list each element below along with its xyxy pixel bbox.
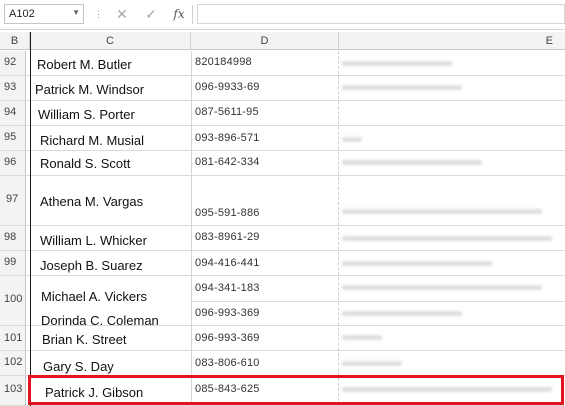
table-row[interactable]: 96 Ronald S. Scott 081-642-334 xyxy=(0,151,565,176)
phone-cell[interactable]: 087-5611-95 xyxy=(195,106,259,118)
redacted-cell[interactable] xyxy=(342,236,552,241)
row-number[interactable]: 96 xyxy=(0,151,26,175)
row-number[interactable]: 100 xyxy=(0,276,26,325)
row-number[interactable]: 99 xyxy=(0,251,26,275)
name-box-value: A102 xyxy=(9,8,35,20)
column-header-bar: B C D E xyxy=(0,32,565,50)
cell-divider xyxy=(191,301,565,302)
redacted-cell[interactable] xyxy=(342,137,362,142)
name-cell[interactable]: Brian K. Street xyxy=(42,332,127,347)
table-row[interactable]: 98 William L. Whicker 083-8961-29 xyxy=(0,226,565,251)
phone-cell[interactable]: 083-806-610 xyxy=(195,357,260,369)
column-border xyxy=(191,51,192,406)
column-border xyxy=(30,32,31,406)
insert-function-button[interactable]: fx xyxy=(169,4,189,24)
close-icon[interactable]: ✕ xyxy=(112,4,132,24)
grip-icon: ⋮ xyxy=(94,9,103,19)
phone-cell[interactable]: 096-9933-69 xyxy=(195,81,260,93)
table-row[interactable]: 101 Brian K. Street 096-993-369 xyxy=(0,326,565,351)
name-cell[interactable]: Ronald S. Scott xyxy=(40,156,130,171)
phone-cell[interactable]: 820184998 xyxy=(195,56,252,68)
name-cell[interactable]: Richard M. Musial xyxy=(40,133,144,148)
redacted-cell[interactable] xyxy=(342,311,462,316)
table-row[interactable]: 95 Richard M. Musial 093-896-571 xyxy=(0,126,565,151)
formula-input[interactable] xyxy=(197,4,565,24)
phone-cell[interactable]: 093-896-571 xyxy=(195,132,260,144)
chevron-down-icon[interactable]: ▼ xyxy=(72,8,80,17)
name-cell[interactable]: William S. Porter xyxy=(38,107,135,122)
column-header-c[interactable]: C xyxy=(30,32,191,50)
table-row[interactable]: 93 Patrick M. Windsor 096-9933-69 xyxy=(0,76,565,101)
name-cell[interactable]: Michael A. Vickers xyxy=(41,289,147,304)
phone-cell[interactable]: 081-642-334 xyxy=(195,156,260,168)
table-row[interactable]: 99 Joseph B. Suarez 094-416-441 xyxy=(0,251,565,276)
page-break-line xyxy=(338,51,339,406)
table-row[interactable]: 92 Robert M. Butler 820184998 xyxy=(0,51,565,76)
phone-cell[interactable]: 095-591-886 xyxy=(195,207,260,219)
table-row[interactable]: 94 William S. Porter 087-5611-95 xyxy=(0,101,565,126)
redacted-cell[interactable] xyxy=(342,285,542,290)
row-number[interactable]: 101 xyxy=(0,326,26,350)
name-box[interactable]: A102 ▼ xyxy=(4,4,84,24)
row-number[interactable]: 103 xyxy=(0,376,26,405)
row-number[interactable]: 94 xyxy=(0,101,26,125)
phone-cell[interactable]: 096-993-369 xyxy=(195,307,260,319)
row-number[interactable]: 102 xyxy=(0,351,26,375)
table-row[interactable]: 100 Michael A. Vickers 094-341-183 Dorin… xyxy=(0,276,565,328)
name-cell[interactable]: Gary S. Day xyxy=(43,359,114,374)
name-cell[interactable]: Patrick M. Windsor xyxy=(35,82,144,97)
phone-cell[interactable]: 096-993-369 xyxy=(195,332,260,344)
redacted-cell[interactable] xyxy=(342,209,542,214)
formula-divider xyxy=(192,5,193,24)
row-number[interactable]: 93 xyxy=(0,76,26,100)
row-number[interactable]: 97 xyxy=(0,176,26,225)
redacted-cell[interactable] xyxy=(342,61,452,66)
redacted-cell[interactable] xyxy=(342,85,462,90)
phone-cell[interactable]: 094-341-183 xyxy=(195,282,260,294)
redacted-cell[interactable] xyxy=(342,160,482,165)
name-cell[interactable]: Athena M. Vargas xyxy=(40,194,143,209)
name-cell[interactable]: Robert M. Butler xyxy=(37,57,132,72)
table-row[interactable]: 102 Gary S. Day 083-806-610 xyxy=(0,351,565,376)
column-header-d[interactable]: D xyxy=(191,32,339,50)
phone-cell[interactable]: 083-8961-29 xyxy=(195,231,260,243)
table-row[interactable]: 97 Athena M. Vargas 095-591-886 xyxy=(0,176,565,226)
row-number[interactable]: 95 xyxy=(0,126,26,150)
formula-bar: A102 ▼ ⋮ ✕ ✓ fx xyxy=(0,0,565,30)
row-number[interactable]: 98 xyxy=(0,226,26,250)
redacted-cell[interactable] xyxy=(342,361,402,366)
check-icon[interactable]: ✓ xyxy=(141,4,161,24)
selected-row-highlight xyxy=(28,375,564,405)
column-header-b[interactable]: B xyxy=(0,32,30,50)
name-cell[interactable]: William L. Whicker xyxy=(40,233,147,248)
phone-cell[interactable]: 094-416-441 xyxy=(195,257,260,269)
redacted-cell[interactable] xyxy=(342,335,382,340)
row-number[interactable]: 92 xyxy=(0,51,26,75)
redacted-cell[interactable] xyxy=(342,261,492,266)
name-cell[interactable]: Joseph B. Suarez xyxy=(40,258,143,273)
column-header-e[interactable]: E xyxy=(339,32,565,50)
